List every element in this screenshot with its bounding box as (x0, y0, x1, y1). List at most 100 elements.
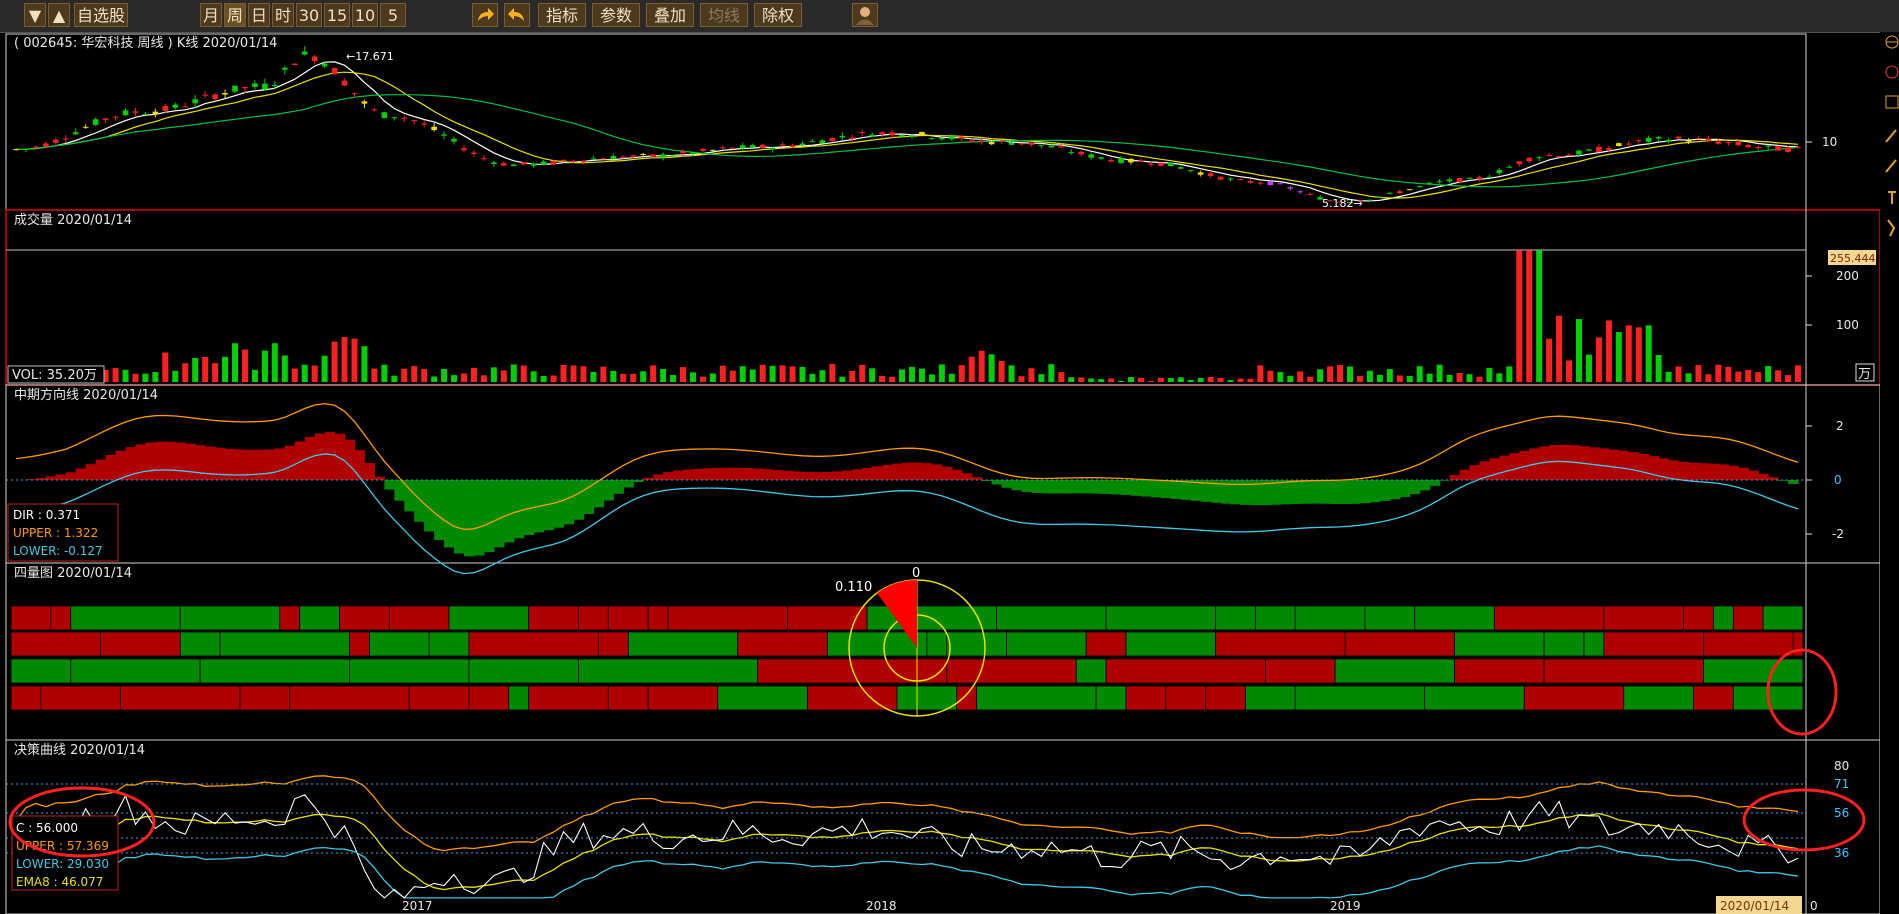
overlay-button[interactable]: 叠加 (646, 3, 694, 27)
volume-bar (381, 364, 388, 382)
candle-body (1038, 144, 1045, 146)
quad-cell (946, 631, 1007, 657)
dir-fill-segment (921, 463, 933, 480)
quad-cell (1424, 685, 1525, 711)
volume-bar (192, 357, 199, 382)
period-week-button[interactable]: 周 (224, 3, 246, 27)
params-button[interactable]: 参数 (592, 3, 640, 27)
tool-crosshair-icon[interactable] (1885, 35, 1899, 49)
volume-bar (1536, 250, 1543, 382)
candle-body (1197, 172, 1204, 175)
dir-fill-segment (374, 476, 385, 480)
quad-cell (468, 658, 579, 684)
volume-bar (1785, 375, 1792, 382)
candle-body (451, 138, 457, 142)
quad-cell (607, 685, 649, 711)
dir-fill-segment (1160, 480, 1172, 499)
dir-fill-segment (941, 466, 953, 480)
dir-fill-segment (65, 472, 77, 480)
quad-cell (926, 631, 948, 657)
ex-rights-button[interactable]: 除权 (754, 3, 802, 27)
tool-text-icon[interactable] (1888, 191, 1896, 204)
dir-legend-dir: DIR : 0.371 (13, 508, 80, 522)
dir-fill-segment (563, 480, 575, 525)
quad-cell (627, 631, 739, 657)
prev-stock-button[interactable]: ▼ (24, 3, 46, 27)
dir-fill-segment (812, 472, 823, 480)
volume-bar (1147, 380, 1154, 382)
volume-bar (480, 375, 487, 382)
candle-body (1078, 151, 1085, 155)
tool-brush-icon[interactable] (1885, 159, 1897, 173)
chart-area[interactable]: ( 002645: 华宏科技 周线 ) K线 2020/01/14 成交量 20… (0, 32, 1899, 914)
period-30min-button[interactable]: 30 (296, 3, 322, 27)
period-hour-button[interactable]: 时 (272, 3, 294, 27)
tool-grid-icon[interactable] (1885, 95, 1899, 109)
candle-body (729, 147, 736, 149)
quad-cell (448, 605, 530, 631)
decision-legend-c: C : 56.000 (16, 821, 78, 835)
right-tool-strip (1880, 32, 1899, 914)
volume-bar (1038, 374, 1045, 382)
dir-fill-segment (1648, 456, 1660, 480)
indicator-button[interactable]: 指标 (538, 3, 586, 27)
volume-bar (490, 367, 497, 382)
moving-average-button[interactable]: 均线 (700, 3, 748, 27)
quad-cell (717, 685, 808, 711)
quad-cell (1712, 605, 1734, 631)
dir-fill-segment (911, 462, 923, 480)
dir-fill-segment (573, 480, 585, 520)
dir-fill-segment (1409, 480, 1421, 495)
candle-body (72, 132, 79, 135)
candle-body (1456, 178, 1463, 183)
tool-pencil-icon[interactable] (1885, 129, 1897, 143)
avatar-icon[interactable] (852, 3, 878, 27)
forward-arrow-icon[interactable] (472, 3, 498, 27)
period-month-button[interactable]: 月 (200, 3, 222, 27)
candle-body (1466, 177, 1473, 179)
volume-bar (1486, 368, 1493, 382)
volume-bar (570, 365, 577, 382)
candle-body (1526, 157, 1533, 162)
period-15min-button[interactable]: 15 (324, 3, 350, 27)
back-arrow-icon[interactable] (504, 3, 530, 27)
candle-body (401, 117, 408, 119)
candle-body (311, 56, 318, 62)
quad-cell (369, 631, 430, 657)
candle-body (590, 158, 597, 160)
candle-body (1416, 185, 1423, 187)
period-5min-button[interactable]: 5 (380, 3, 406, 27)
dir-fill-segment (1300, 480, 1311, 504)
tool-marker-icon[interactable] (1887, 219, 1896, 237)
quad-cell (100, 631, 181, 657)
volume-bar (1108, 378, 1115, 382)
dir-fill-segment (1688, 462, 1700, 480)
volume-bar (978, 350, 985, 382)
quad-cell (647, 605, 669, 631)
period-10min-button[interactable]: 10 (352, 3, 378, 27)
volume-current-label: VOL: 35.20万 (12, 368, 97, 383)
volume-bar (1257, 365, 1264, 382)
candle-body (829, 137, 836, 142)
volume-bar (670, 375, 677, 382)
volume-bar (251, 369, 258, 382)
dir-fill-segment (1111, 480, 1122, 495)
quad-title: 四量图 2020/01/14 (14, 566, 132, 581)
candle-body (1596, 147, 1602, 152)
candle-body (411, 120, 418, 122)
watchlist-button[interactable]: 自选股 (74, 3, 128, 27)
dir-fill-area (25, 432, 1799, 557)
candle-body (33, 146, 39, 148)
volume-bar (1775, 370, 1782, 382)
volume-bar (948, 373, 955, 382)
quad-cell (667, 605, 788, 631)
dir-fill-segment (772, 470, 784, 480)
candle-body (351, 93, 358, 95)
dir-fill-segment (1001, 480, 1013, 488)
next-stock-button[interactable]: ▲ (48, 3, 70, 27)
candle-body (1735, 141, 1742, 146)
dir-fill-segment (454, 480, 465, 554)
period-day-button[interactable]: 日 (248, 3, 270, 27)
dir-fill-segment (155, 441, 166, 480)
tool-target-icon[interactable] (1885, 65, 1899, 79)
